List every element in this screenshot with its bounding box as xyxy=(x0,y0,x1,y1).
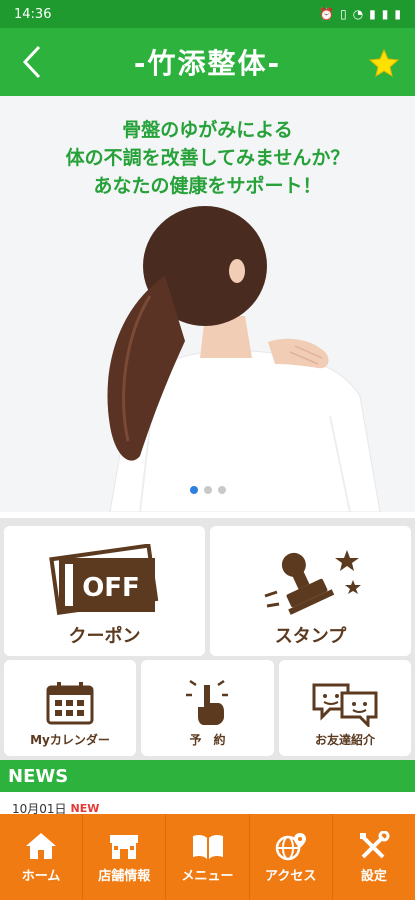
signal-icon-2: ▮ xyxy=(381,7,389,21)
stamp-button[interactable]: スタンプ xyxy=(210,526,411,656)
coupon-label: クーポン xyxy=(68,626,141,647)
stamp-icon xyxy=(264,550,361,615)
reserve-label: 予 約 xyxy=(189,733,226,747)
chevron-left-icon xyxy=(22,45,41,79)
status-time: 14:36 xyxy=(14,6,52,22)
coupon-button[interactable]: OFF クーポン xyxy=(4,526,205,656)
finger-tap-icon xyxy=(185,679,228,725)
friend-referral-button[interactable]: お友達紹介 xyxy=(279,660,411,756)
news-header: NEWS xyxy=(0,760,415,792)
friend-referral-label: お友達紹介 xyxy=(314,733,375,747)
carousel-dot-3[interactable] xyxy=(217,486,226,494)
news-title: NEWS xyxy=(8,765,69,787)
app-header: -竹添整体- xyxy=(0,28,415,96)
nav-access[interactable]: アクセス xyxy=(250,814,333,900)
coupon-ticket-text: OFF xyxy=(82,573,140,603)
carousel-dot-2[interactable] xyxy=(203,486,212,494)
book-icon xyxy=(192,834,223,859)
status-icons: ⏰ ▯ ◔ ▮ ▮ ▮ xyxy=(319,7,401,21)
nav-menu[interactable]: メニュー xyxy=(166,814,250,900)
chat-bubbles-icon xyxy=(312,683,378,727)
calendar-button[interactable]: Myカレンダー xyxy=(4,660,136,756)
news-list: 10月01日 NEW xyxy=(0,792,415,816)
menu-grid: OFF クーポン スタンプ Myカレンダー 予 約 お友達紹介 xyxy=(0,518,415,760)
nav-shop-label: 店舗情報 xyxy=(98,868,151,884)
stamp-label: スタンプ xyxy=(274,626,347,647)
signal-icon: ▮ xyxy=(369,7,376,21)
hero-headline: 骨盤のゆがみによる 体の不調を改善してみませんか？ あなたの健康をサポート！ xyxy=(0,116,415,200)
tools-icon xyxy=(359,830,390,858)
coupon-ticket-icon: OFF xyxy=(48,544,158,615)
star-icon xyxy=(368,48,400,78)
alarm-icon: ⏰ xyxy=(319,7,335,21)
home-icon xyxy=(26,832,57,859)
reserve-button[interactable]: 予 約 xyxy=(141,660,274,756)
nav-shop[interactable]: 店舗情報 xyxy=(83,814,167,900)
hero-line-1: 骨盤のゆがみによる xyxy=(122,119,293,141)
nav-menu-label: メニュー xyxy=(181,868,234,884)
nav-home[interactable]: ホーム xyxy=(0,814,84,900)
shop-icon xyxy=(110,834,139,859)
bottom-nav: ホーム 店舗情報 メニュー アクセス 設定 xyxy=(0,814,415,900)
wifi-icon: ◔ xyxy=(352,7,364,21)
hero-banner[interactable]: 骨盤のゆがみによる 体の不調を改善してみませんか？ あなたの健康をサポート！ xyxy=(0,96,415,512)
calendar-label: Myカレンダー xyxy=(30,733,110,747)
nav-access-label: アクセス xyxy=(265,868,317,884)
hero-line-3: あなたの健康をサポート！ xyxy=(93,175,322,197)
battery-icon: ▮ xyxy=(394,7,401,21)
hero-line-2: 体の不調を改善してみませんか？ xyxy=(65,147,350,169)
carousel-indicator[interactable] xyxy=(0,486,415,494)
favorite-button[interactable] xyxy=(368,48,400,78)
globe-pin-icon xyxy=(275,832,306,860)
calendar-icon xyxy=(46,682,94,725)
carousel-dot-1[interactable] xyxy=(189,486,198,494)
status-bar: 14:36 ⏰ ▯ ◔ ▮ ▮ ▮ xyxy=(0,0,415,28)
app-title: -竹添整体- xyxy=(133,47,282,80)
nav-home-label: ホーム xyxy=(21,868,61,884)
nav-settings[interactable]: 設定 xyxy=(333,814,415,900)
nav-settings-label: 設定 xyxy=(360,868,387,884)
vibrate-icon: ▯ xyxy=(340,7,347,21)
back-button[interactable] xyxy=(16,42,48,82)
